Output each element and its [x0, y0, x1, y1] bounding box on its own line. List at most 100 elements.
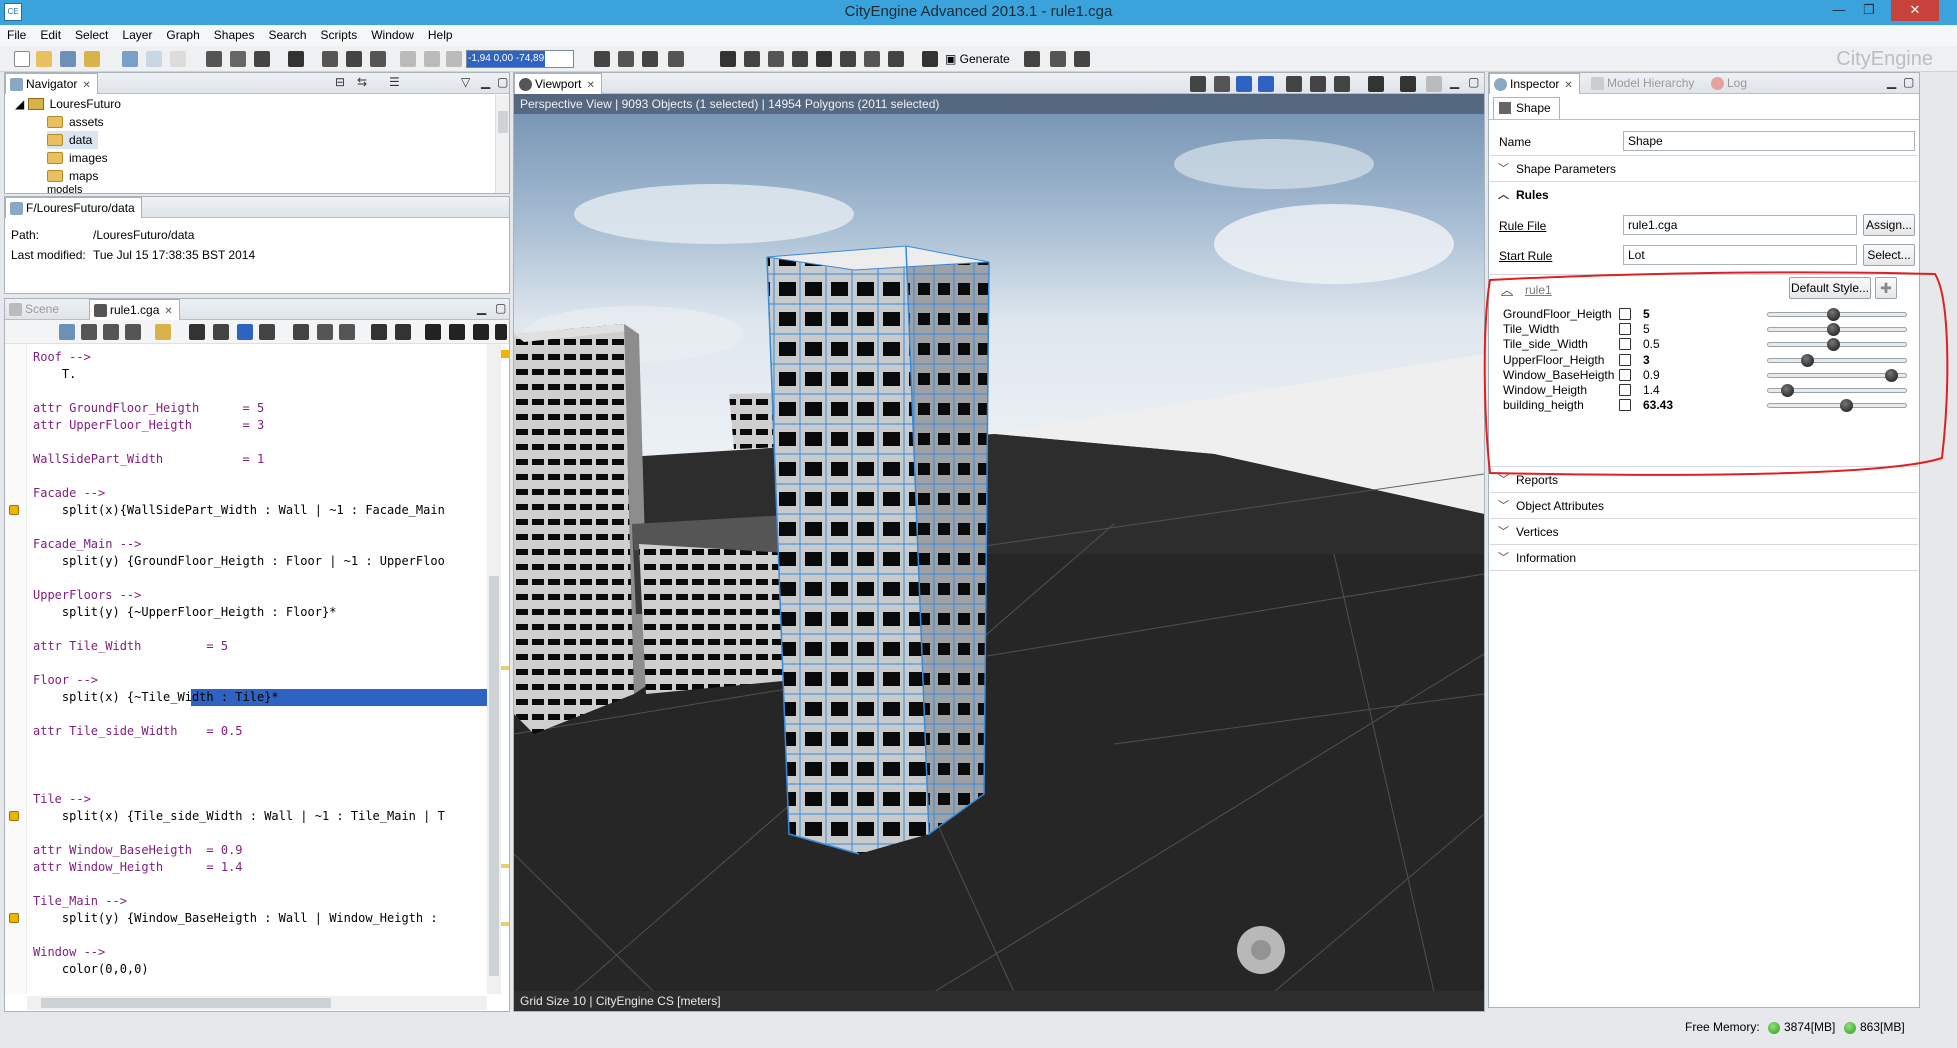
shape-icon[interactable]	[744, 51, 760, 67]
bookmark-icon[interactable]	[1400, 76, 1416, 92]
menu-graph[interactable]: Graph	[159, 25, 206, 46]
generate-icon[interactable]	[1024, 51, 1040, 67]
code-line[interactable]: split(y) {Window_BaseHeigth : Wall | Win…	[33, 910, 438, 927]
warning-marker[interactable]	[501, 350, 509, 358]
tab-shape[interactable]: Shape	[1493, 97, 1560, 119]
zoom-icon[interactable]	[370, 51, 386, 67]
generate-icon[interactable]	[1050, 51, 1066, 67]
menu-layer[interactable]: Layer	[115, 25, 159, 46]
shape-icon[interactable]	[792, 51, 808, 67]
settings-icon[interactable]	[1368, 76, 1384, 92]
menu-scripts[interactable]: Scripts	[314, 25, 365, 46]
code-line[interactable]: Window -->	[33, 944, 105, 961]
tree-item-folder-selected[interactable]: data	[47, 131, 99, 149]
graph-icon[interactable]	[237, 324, 253, 340]
code-line[interactable]: split(x) {~Tile_Width : Tile}*	[33, 689, 487, 706]
scrollbar-thumb[interactable]	[489, 576, 499, 976]
navigator-scrollbar[interactable]	[495, 95, 509, 193]
camera-icon[interactable]	[1334, 76, 1350, 92]
code-line[interactable]: Facade_Main -->	[33, 536, 141, 553]
grow-icon[interactable]	[642, 51, 658, 67]
link-icon[interactable]	[155, 324, 171, 340]
tab-properties[interactable]: F/LouresFuturo/data	[5, 197, 142, 218]
warning-marker[interactable]	[501, 922, 509, 926]
tab-scene[interactable]: Scene	[5, 299, 65, 320]
close-button[interactable]: ✕	[1891, 0, 1939, 21]
code-line[interactable]: T.	[33, 366, 76, 383]
graph-icon[interactable]	[213, 324, 229, 340]
code-line[interactable]: Tile -->	[33, 791, 91, 808]
minimize-icon[interactable]: ▁	[481, 75, 490, 89]
code-line[interactable]: split(x) {Tile_side_Width : Wall | ~1 : …	[33, 808, 445, 825]
collapse-icon[interactable]: ⊟	[335, 75, 345, 89]
scrollbar-thumb[interactable]	[41, 998, 331, 1008]
editor-hscrollbar[interactable]	[27, 996, 487, 1010]
maximize-icon[interactable]: ▢	[495, 301, 506, 315]
tab-navigator[interactable]: Navigator ✕	[5, 73, 98, 94]
start-rule-field[interactable]: Lot	[1623, 245, 1857, 265]
section-vertices[interactable]: ﹀ Vertices	[1490, 518, 1918, 544]
minimize-button[interactable]: —	[1824, 0, 1854, 21]
code-line[interactable]: color(0,0,0)	[33, 961, 149, 978]
menu-shapes[interactable]: Shapes	[207, 25, 262, 46]
close-icon[interactable]: ✕	[1564, 80, 1572, 91]
sort-icon[interactable]	[473, 324, 489, 340]
wireframe-icon[interactable]	[1236, 76, 1252, 92]
rotate-icon[interactable]	[230, 51, 246, 67]
tree-icon[interactable]	[81, 324, 97, 340]
3d-scene[interactable]	[514, 94, 1484, 992]
save-icon[interactable]	[60, 51, 76, 67]
align-icon[interactable]	[254, 51, 270, 67]
zoom-fit-icon[interactable]	[293, 324, 309, 340]
menu-select[interactable]: Select	[68, 25, 115, 46]
editor-vscrollbar[interactable]	[487, 344, 501, 994]
code-line[interactable]: attr Tile_side_Width = 0.5	[33, 723, 243, 740]
sort-icon[interactable]	[495, 324, 507, 340]
code-line[interactable]: Tile_Main -->	[33, 893, 127, 910]
minimize-icon[interactable]: ▁	[477, 301, 486, 315]
code-area[interactable]: Roof --> T. attr GroundFloor_Heigth = 5 at…	[27, 349, 487, 994]
code-line[interactable]: WallSidePart_Width = 1	[33, 451, 264, 468]
zoom-in-icon[interactable]	[317, 324, 333, 340]
tree-item-folder[interactable]: images	[47, 149, 108, 167]
coordinate-field[interactable]: -1,94 0,00 -74,89	[466, 50, 574, 68]
close-icon[interactable]: ✕	[164, 306, 172, 317]
move-icon[interactable]	[206, 51, 222, 67]
rule-icon[interactable]	[922, 51, 938, 67]
warning-icon[interactable]	[9, 811, 19, 821]
warning-icon[interactable]	[9, 913, 19, 923]
shape-icon[interactable]	[888, 51, 904, 67]
code-line[interactable]: Facade -->	[33, 485, 105, 502]
code-line[interactable]: attr UpperFloor_Heigth = 3	[33, 417, 264, 434]
view-icon[interactable]	[1214, 76, 1230, 92]
link-icon[interactable]: ⇆	[357, 75, 367, 89]
tree-item-project[interactable]: ◢ LouresFuturo	[15, 95, 121, 113]
tab-viewport[interactable]: Viewport ✕	[514, 73, 602, 94]
rule-file-label[interactable]: Rule File	[1499, 219, 1546, 233]
scrollbar-thumb[interactable]	[498, 111, 508, 133]
cut-icon[interactable]	[122, 51, 138, 67]
open-icon[interactable]	[36, 51, 52, 67]
code-line[interactable]: UpperFloors -->	[33, 587, 141, 604]
code-line[interactable]: attr Window_Heigth = 1.4	[33, 859, 243, 876]
shape-icon[interactable]	[768, 51, 784, 67]
name-field[interactable]: Shape	[1623, 131, 1915, 151]
paste-icon[interactable]	[170, 51, 186, 67]
section-object-attributes[interactable]: ﹀ Object Attributes	[1490, 492, 1918, 518]
new-icon[interactable]	[14, 51, 30, 67]
graph-icon[interactable]	[189, 324, 205, 340]
shape-icon[interactable]	[840, 51, 856, 67]
sort-icon[interactable]	[449, 324, 465, 340]
minimize-icon[interactable]: ▁	[1887, 75, 1896, 89]
code-line[interactable]: attr Window_BaseHeigth = 0.9	[33, 842, 243, 859]
select-button[interactable]: Select...	[1863, 244, 1915, 266]
maximize-icon[interactable]: ▢	[497, 75, 508, 89]
tree-item-folder[interactable]: maps	[47, 167, 98, 185]
minimize-icon[interactable]: ▁	[1450, 75, 1459, 89]
shape-icon[interactable]	[720, 51, 736, 67]
code-line[interactable]: split(y) {~UpperFloor_Heigth : Floor}*	[33, 604, 337, 621]
warning-marker[interactable]	[501, 666, 509, 670]
menu-edit[interactable]: Edit	[33, 25, 68, 46]
menu-search[interactable]: Search	[261, 25, 313, 46]
menu-help[interactable]: Help	[421, 25, 460, 46]
